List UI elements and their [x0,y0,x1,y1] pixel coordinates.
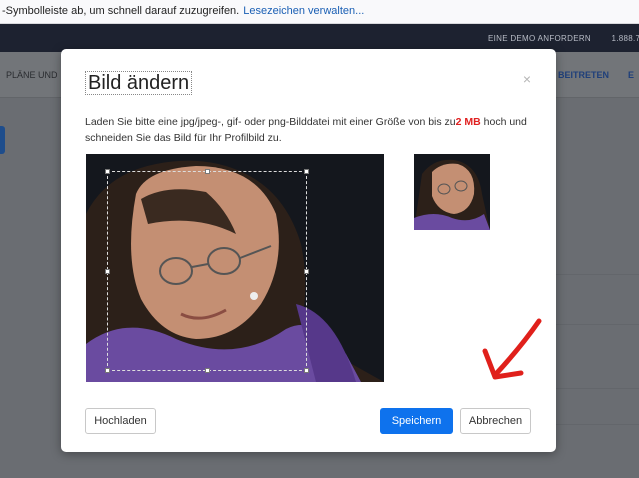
crop-handle-right[interactable] [304,269,309,274]
phone-number[interactable]: 1.888.79 [611,34,639,43]
instructions-text: Laden Sie bitte eine jpg/jpeg-, gif- ode… [85,116,456,128]
nav-plans-link[interactable]: PLÄNE UND [6,70,58,80]
manage-bookmarks-link[interactable]: Lesezeichen verwalten... [243,5,364,17]
cropped-preview [414,154,490,230]
request-demo-link[interactable]: EINE DEMO ANFORDERN [488,34,591,43]
preview-photo [414,154,490,230]
crop-handle-top-right[interactable] [304,169,309,174]
nav-join-link[interactable]: BEITRETEN [558,70,609,80]
bookmarks-notice-bar: -Symbolleiste ab, um schnell darauf zuzu… [0,0,639,24]
size-limit: 2 MB [455,116,481,128]
bookmarks-notice-text: -Symbolleiste ab, um schnell darauf zuzu… [2,5,240,17]
sidebar-tab [0,126,5,154]
crop-handle-top[interactable] [205,169,210,174]
modal-title: Bild ändern [85,71,193,95]
crop-handle-bottom-right[interactable] [304,368,309,373]
crop-handle-top-left[interactable] [105,169,110,174]
site-header: EINE DEMO ANFORDERN 1.888.79 [0,24,639,52]
nav-extra-link[interactable]: E [628,70,634,80]
cancel-button[interactable]: Abbrechen [460,408,531,434]
crop-selection-box[interactable] [105,169,309,373]
upload-button[interactable]: Hochladen [85,408,156,434]
background-dividers [556,98,639,478]
annotation-arrow-icon [482,318,542,380]
upload-instructions: Laden Sie bitte eine jpg/jpeg-, gif- ode… [85,114,535,146]
image-crop-area[interactable] [86,154,384,382]
change-picture-modal: Bild ändern × Laden Sie bitte eine jpg/j… [61,49,556,452]
crop-handle-bottom[interactable] [205,368,210,373]
close-icon[interactable]: × [523,71,531,87]
save-button[interactable]: Speichern [380,408,453,434]
crop-handle-bottom-left[interactable] [105,368,110,373]
crop-handle-left[interactable] [105,269,110,274]
